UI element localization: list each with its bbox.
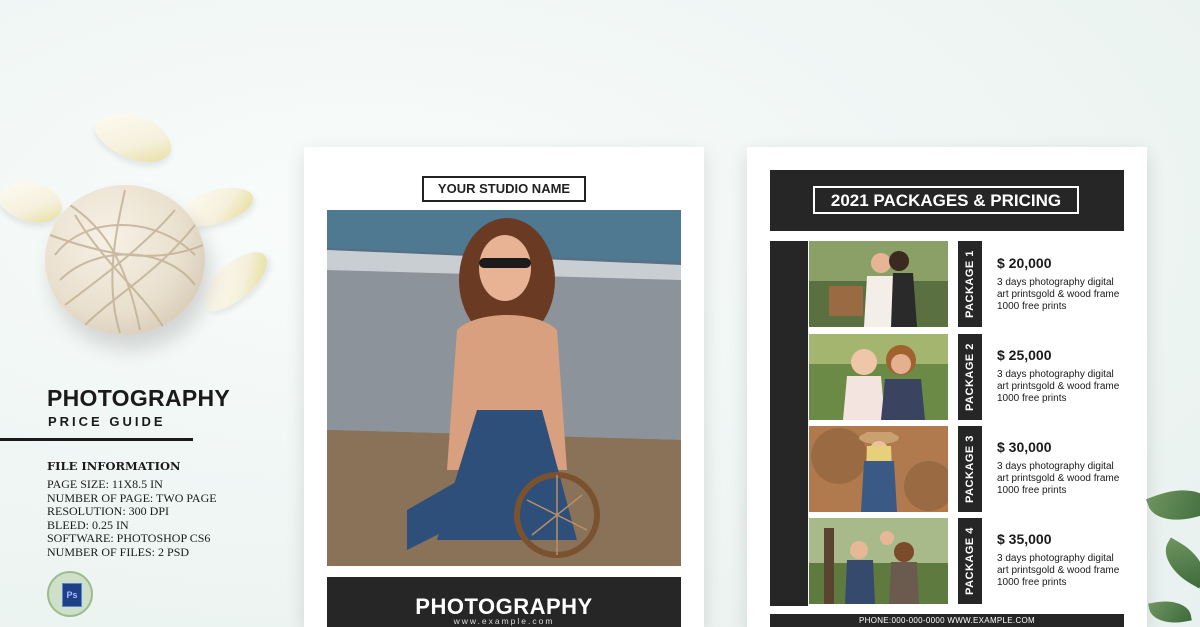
- package-1-price: $ 20,000: [997, 255, 1052, 271]
- pricing-header: 2021 PACKAGES & PRICING: [770, 170, 1124, 231]
- package-4-price: $ 35,000: [997, 531, 1052, 547]
- package-4-label: PACKAGE 4: [958, 518, 982, 604]
- package-desc-line: art printsgold & wood frame: [997, 381, 1120, 392]
- photoshop-icon: Ps: [47, 571, 93, 617]
- pricing-footer: PHONE:000-000-0000 WWW.EXAMPLE.COM: [770, 614, 1124, 627]
- product-subtitle: PRICE GUIDE: [48, 414, 166, 429]
- banner-url: www.example.com: [453, 616, 555, 626]
- title-divider: [0, 438, 193, 441]
- file-info-list: PAGE SIZE: 11X8.5 IN NUMBER OF PAGE: TWO…: [47, 477, 217, 560]
- package-1-label: PACKAGE 1: [958, 241, 982, 327]
- package-4-photo: [809, 518, 948, 604]
- package-1-photo: [809, 241, 948, 327]
- pricing-side-strip: [770, 241, 808, 606]
- file-info-line: BLEED: 0.25 IN: [47, 517, 129, 532]
- package-3-description: 3 days photography digital art printsgol…: [997, 461, 1137, 497]
- package-desc-line: 1000 free prints: [997, 301, 1067, 312]
- file-info-line: NUMBER OF FILES: 2 PSD: [47, 544, 190, 559]
- package-desc-line: art printsgold & wood frame: [997, 473, 1120, 484]
- flyer-page-pricing: 2021 PACKAGES & PRICING PACKAGE 1 $ 20,0…: [747, 147, 1147, 627]
- package-3-price: $ 30,000: [997, 439, 1052, 455]
- package-desc-line: 3 days photography digital: [997, 277, 1114, 288]
- footer-contact: PHONE:000-000-0000 WWW.EXAMPLE.COM: [858, 616, 1036, 625]
- package-3-label: PACKAGE 3: [958, 426, 982, 512]
- product-title: PHOTOGRAPHY: [47, 385, 231, 411]
- file-info-heading: FILE INFORMATION: [47, 459, 181, 473]
- package-1-description: 3 days photography digital art printsgol…: [997, 277, 1137, 313]
- file-info-line: RESOLUTION: 300 DPI: [47, 504, 169, 519]
- package-desc-line: art printsgold & wood frame: [997, 289, 1120, 300]
- package-4-description: 3 days photography digital art printsgol…: [997, 553, 1137, 589]
- package-1-label-text: PACKAGE 1: [964, 250, 976, 318]
- package-3-photo: [809, 426, 948, 512]
- wicker-ball-decoration: [45, 185, 205, 335]
- package-desc-line: 1000 free prints: [997, 393, 1067, 404]
- file-info-line: NUMBER OF PAGE: TWO PAGE: [47, 490, 217, 505]
- package-2-label: PACKAGE 2: [958, 334, 982, 420]
- package-desc-line: 3 days photography digital: [997, 553, 1114, 564]
- package-desc-line: 3 days photography digital: [997, 369, 1114, 380]
- package-desc-line: 3 days photography digital: [997, 461, 1114, 472]
- model-photo: [327, 210, 681, 566]
- package-desc-line: art printsgold & wood frame: [997, 565, 1120, 576]
- file-info-line: PAGE SIZE: 11X8.5 IN: [47, 477, 163, 491]
- flyer-page-front: YOUR STUDIO NAME PHOTOGRAPHY www.example…: [304, 147, 704, 627]
- file-info-line: SOFTWARE: PHOTOSHOP CS6: [47, 531, 211, 546]
- photoshop-icon-label: Ps: [62, 583, 82, 607]
- package-desc-line: 1000 free prints: [997, 485, 1067, 496]
- package-2-description: 3 days photography digital art printsgol…: [997, 369, 1137, 405]
- package-3-label-text: PACKAGE 3: [964, 435, 976, 503]
- package-2-photo: [809, 334, 948, 420]
- package-2-price: $ 25,000: [997, 347, 1052, 363]
- package-4-label-text: PACKAGE 4: [964, 527, 976, 595]
- package-2-label-text: PACKAGE 2: [964, 343, 976, 411]
- pricing-heading: 2021 PACKAGES & PRICING: [813, 186, 1079, 214]
- package-desc-line: 1000 free prints: [997, 577, 1067, 588]
- studio-name: YOUR STUDIO NAME: [422, 176, 586, 202]
